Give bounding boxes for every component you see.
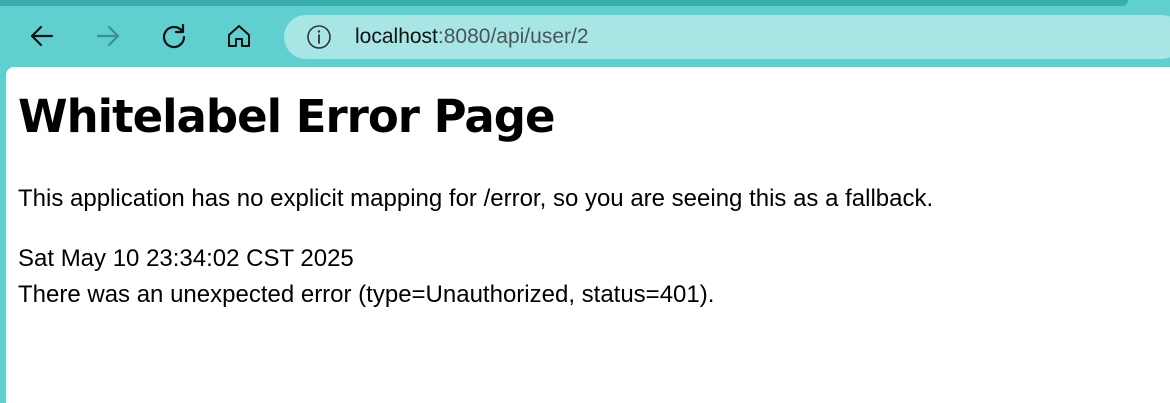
home-button[interactable] [219, 16, 259, 56]
home-icon [228, 25, 250, 47]
address-bar[interactable]: localhost:8080/api/user/2 [284, 15, 1170, 59]
page-title: Whitelabel Error Page [18, 90, 556, 143]
reload-button[interactable] [154, 16, 194, 56]
error-timestamp: Sat May 10 23:34:02 CST 2025 [18, 245, 354, 272]
reload-icon [162, 23, 186, 49]
url-text[interactable]: localhost:8080/api/user/2 [355, 25, 589, 49]
page-content: Whitelabel Error Page This application h… [6, 67, 1170, 403]
arrow-left-icon [30, 25, 54, 47]
arrow-right-icon [96, 25, 120, 47]
info-icon[interactable] [306, 24, 332, 50]
url-path: :8080/api/user/2 [437, 25, 589, 48]
error-message: There was an unexpected error (type=Unau… [18, 281, 715, 308]
error-explanation: This application has no explicit mapping… [18, 185, 934, 212]
browser-toolbar: localhost:8080/api/user/2 [0, 6, 1170, 66]
back-button[interactable] [22, 16, 62, 56]
forward-button[interactable] [88, 16, 128, 56]
url-host: localhost [355, 25, 438, 48]
